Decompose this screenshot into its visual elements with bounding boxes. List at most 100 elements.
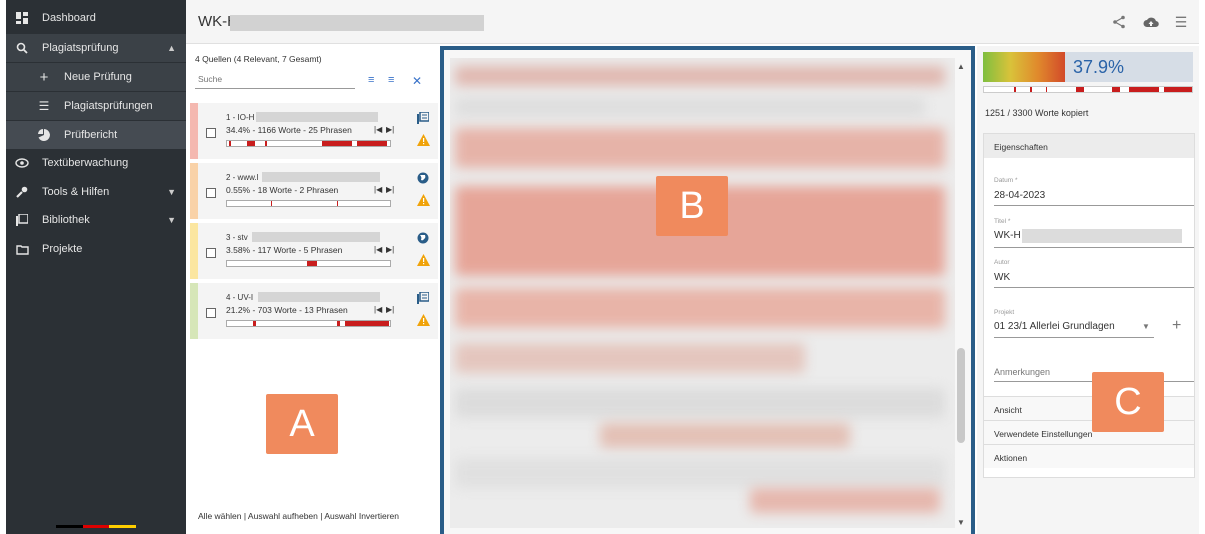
sidebar: Dashboard Plagiatsprüfung ▲ + Neue Prüfu… [6,0,186,534]
prev-match-icon[interactable]: |◀ [374,245,382,254]
document-content-blurred: B [450,58,955,528]
sidebar-item-textueberwachung[interactable]: Textüberwachung [6,149,186,177]
sidebar-item-dashboard[interactable]: Dashboard [6,4,186,32]
cloud-upload-icon[interactable] [1141,12,1161,32]
match-bar [226,200,391,207]
source-meta: 3.58% - 117 Worte - 5 Phrasen [226,245,343,255]
selection-links[interactable]: Alle wählen | Auswahl aufheben | Auswahl… [198,511,399,521]
library-icon [416,291,430,305]
library-icon [14,212,30,228]
similarity-gauge-fill [983,52,1065,82]
title-field[interactable]: WK-H [994,230,1021,241]
properties-header[interactable]: Eigenschaften [984,134,1194,158]
sidebar-item-label: Prüfbericht [64,129,118,141]
author-label: Autor [994,259,1010,266]
sidebar-item-plagiatspruefungen[interactable]: ☰ Plagiatsprüfungen [6,92,186,120]
notes-field[interactable]: Anmerkungen [994,367,1050,377]
date-field[interactable]: 28-04-2023 [994,190,1045,201]
add-project-icon[interactable]: + [1172,317,1181,335]
similarity-percent: 37.9% [1073,57,1125,77]
source-item[interactable]: 3 - stv 3.58% - 117 Worte - 5 Phrasen |◀… [190,223,438,279]
close-icon[interactable]: ✕ [412,74,422,88]
wrench-icon [14,184,30,200]
warning-icon [416,253,430,267]
date-label: Datum * [994,177,1018,184]
sources-panel: 4 Quellen (4 Relevant, 7 Gesamt) ≡ ≡ ✕ 1… [190,46,438,534]
globe-icon [416,231,430,245]
source-checkbox[interactable] [206,188,216,198]
sidebar-item-label: Bibliothek [42,214,90,226]
section-label-c: C [1092,372,1164,432]
sidebar-item-plagiatspruefung[interactable]: Plagiatsprüfung ▲ [6,34,186,62]
source-name: 4 - UV-I [226,293,254,302]
sidebar-item-pruefbericht[interactable]: Prüfbericht [6,121,186,149]
chevron-down-icon: ▼ [167,187,176,197]
source-item[interactable]: 1 - IO-H 34.4% - 1166 Worte - 25 Phrasen… [190,103,438,159]
document-viewer: B ▲ ▼ [440,46,975,534]
dashboard-icon [14,10,30,26]
chevron-up-icon: ▲ [167,43,176,53]
sidebar-item-label: Textüberwachung [42,157,129,169]
redacted-title-field [1022,229,1182,243]
sidebar-item-label: Projekte [42,243,83,255]
search-input[interactable] [196,73,355,85]
source-checkbox[interactable] [206,128,216,138]
source-meta: 21.2% - 703 Worte - 13 Phrasen [226,305,348,315]
scroll-thumb[interactable] [957,348,965,443]
match-bar [226,320,391,327]
sidebar-item-label: Tools & Hilfen [42,186,110,198]
next-match-icon[interactable]: ▶| [386,305,394,314]
header-bar: WK-H ☰ [186,0,1199,44]
sidebar-item-label: Neue Prüfung [64,71,132,83]
sidebar-item-neue-pruefung[interactable]: + Neue Prüfung [6,63,186,91]
prev-match-icon[interactable]: |◀ [374,125,382,134]
source-color-stripe [190,223,198,279]
sort-icon[interactable]: ≡ [388,74,394,86]
redacted-title [230,15,484,31]
source-checkbox[interactable] [206,308,216,318]
scroll-up-icon[interactable]: ▲ [955,62,967,71]
warning-icon [416,313,430,327]
sidebar-item-projekte[interactable]: Projekte [6,235,186,263]
source-name: 3 - stv [226,233,248,242]
source-checkbox[interactable] [206,248,216,258]
chevron-down-icon: ▼ [167,215,176,225]
copied-words: 1251 / 3300 Worte kopiert [985,108,1089,118]
source-color-stripe [190,283,198,339]
source-meta: 34.4% - 1166 Worte - 25 Phrasen [226,125,352,135]
source-item[interactable]: 4 - UV-I 21.2% - 703 Worte - 13 Phrasen … [190,283,438,339]
folder-icon [14,241,30,257]
source-color-stripe [190,163,198,219]
next-match-icon[interactable]: ▶| [386,245,394,254]
redacted-source [258,292,380,302]
scroll-down-icon[interactable]: ▼ [955,518,967,527]
warning-icon [416,133,430,147]
share-icon[interactable] [1109,12,1129,32]
document-scrollbar[interactable]: ▲ ▼ [955,58,967,528]
sidebar-item-tools[interactable]: Tools & Hilfen ▼ [6,178,186,206]
redacted-source [256,112,378,122]
author-field[interactable]: WK [994,272,1010,283]
plus-icon: + [39,68,49,86]
section-aktionen[interactable]: Aktionen [984,444,1194,468]
section-label-a: A [266,394,338,454]
match-bar [226,140,391,147]
prev-match-icon[interactable]: |◀ [374,185,382,194]
filter-icon[interactable]: ≡ [368,74,374,86]
source-name: 1 - IO-H [226,113,255,122]
sidebar-item-label: Dashboard [42,12,96,24]
next-match-icon[interactable]: ▶| [386,125,394,134]
prev-match-icon[interactable]: |◀ [374,305,382,314]
search-field[interactable] [195,73,355,89]
sidebar-item-bibliothek[interactable]: Bibliothek ▼ [6,206,186,234]
project-select[interactable]: 01 23/1 Allerlei Grundlagen [994,321,1115,332]
similarity-gauge: 37.9% [983,52,1193,82]
sidebar-item-label: Plagiatsprüfung [42,42,119,54]
library-icon [416,111,430,125]
overall-match-bar [983,86,1193,93]
dropdown-arrow-icon[interactable]: ▼ [1142,322,1150,331]
source-item[interactable]: 2 - www.l 0.55% - 18 Worte - 2 Phrasen |… [190,163,438,219]
menu-icon[interactable]: ☰ [1171,12,1191,32]
project-label: Projekt [994,309,1015,316]
next-match-icon[interactable]: ▶| [386,185,394,194]
